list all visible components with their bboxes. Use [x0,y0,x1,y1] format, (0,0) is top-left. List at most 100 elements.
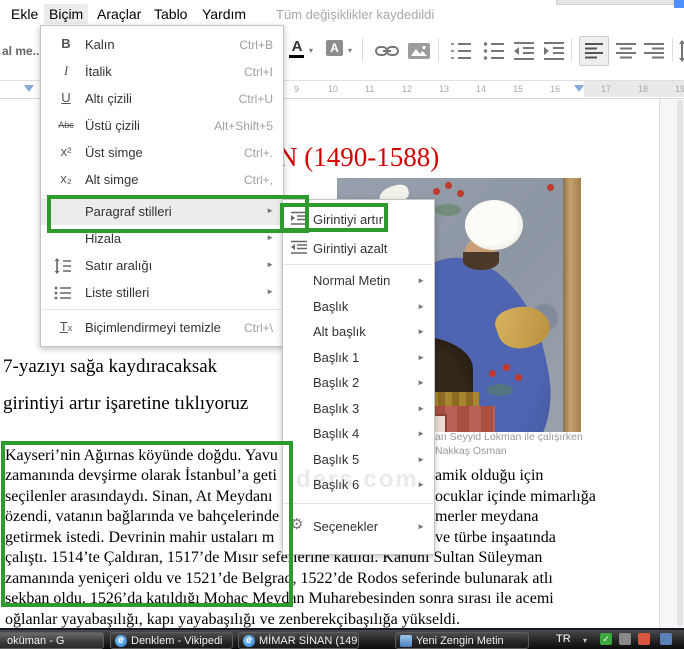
paragraph-line: oğlanlar yayabaşılığı, kapı yayabaşılığı… [5,611,460,628]
share-button-fragment[interactable] [674,0,684,8]
menu-ekle[interactable]: Ekle [6,4,43,24]
menu-tablo[interactable]: Tablo [149,4,192,24]
indent-decrease-icon [290,240,308,255]
miniature-column [563,178,581,432]
submenu-arrow-icon: ► [266,287,274,296]
taskbar-button-document[interactable]: oküman - G [0,632,104,649]
taskbar-button-wordpad[interactable]: Yeni Zengin Metin [395,632,529,649]
save-status: Tüm değişiklikler kaydedildi [276,7,435,22]
menu-yardim[interactable]: Yardım [197,4,251,24]
paragraph-line-right: merler meydana [435,508,539,525]
paragraph-line-right: ocuklar içinde mimarlığa [435,488,596,505]
note-line-2: girintiyi artır işaretine tıklıyoruz [3,393,249,414]
paragraph-styles-submenu: Girintiyi artır Girintiyi azalt Normal M… [282,199,435,555]
menu-item-superscript[interactable]: x² Üst simge Ctrl+. [41,139,283,166]
miniature-leaves [435,204,461,216]
ruler-number: 18 [638,84,649,94]
menu-item-strikethrough[interactable]: Abc Üstü çizili Alt+Shift+5 [41,112,283,139]
bold-icon: B [61,36,71,51]
wordpad-icon [400,635,412,647]
bulleted-list-icon[interactable] [481,38,507,64]
underline-icon: U [61,90,71,105]
submenu-item-heading2[interactable]: Başlık 2 ► [283,370,434,395]
miniature-turban [465,200,523,250]
document-heading: N (1490-1588) [278,142,440,172]
submenu-item-title[interactable]: Başlık ► [283,294,434,319]
list-styles-icon [54,285,78,301]
submenu-arrow-icon: ► [417,276,425,285]
numbered-list-icon[interactable] [448,38,474,64]
comments-button-fragment[interactable] [556,0,674,5]
ruler-right-margin [584,81,684,97]
tray-network-icon[interactable] [660,633,672,645]
taskbar-button-mimar-sinan[interactable]: e MİMAR SİNAN (149 [238,632,359,649]
menu-item-line-spacing[interactable]: Satır aralığı ► [41,252,283,279]
decrease-indent-icon[interactable] [511,38,537,64]
submenu-arrow-icon: ► [266,260,274,269]
menu-araclar[interactable]: Araçlar [92,4,146,24]
menu-item-underline[interactable]: U Altı çizili Ctrl+U [41,85,283,112]
miniature-leaves [487,384,513,396]
menu-item-subscript[interactable]: x₂ Alt simge Ctrl+, [41,166,283,193]
font-style-selector-fragment[interactable]: al me... [2,44,43,58]
chevron-down-icon[interactable]: ▾ [348,46,352,55]
ruler-number: 19 [675,84,684,94]
increase-indent-icon[interactable] [541,38,567,64]
miniature-beard [463,252,499,270]
submenu-item-heading4[interactable]: Başlık 4 ► [283,421,434,446]
left-indent-marker[interactable] [24,85,34,92]
menu-item-bold[interactable]: B Kalın Ctrl+B [41,31,283,58]
line-spacing-icon[interactable] [677,38,684,64]
flower-icon [445,182,452,189]
align-center-icon[interactable] [613,38,639,64]
insert-link-icon[interactable] [374,38,400,64]
submenu-item-heading3[interactable]: Başlık 3 ► [283,396,434,421]
submenu-item-options[interactable]: ⚙ Seçenekler ► [283,512,434,541]
tray-expand-icon[interactable]: ▾ [583,636,587,645]
paragraph-line-right: amik olduğu için [435,467,544,484]
text-color-bar [289,55,304,58]
flower-icon [489,370,496,377]
submenu-item-subtitle[interactable]: Alt başlık ► [283,319,434,344]
annotation-box-paragraph [1,441,293,607]
submenu-arrow-icon: ► [417,522,425,531]
submenu-arrow-icon: ► [417,429,425,438]
align-right-icon[interactable] [641,38,667,64]
clear-formatting-icon: Tx [59,319,73,334]
chevron-down-icon[interactable]: ▾ [309,46,313,55]
language-indicator[interactable]: TR [556,633,571,645]
align-left-button-pressed[interactable] [579,36,609,66]
tray-check-icon[interactable]: ✓ [600,633,612,645]
ruler-number: 9 [294,84,300,94]
superscript-icon: x² [60,144,72,159]
flower-icon [503,364,510,371]
flower-icon [547,184,554,191]
tray-volume-icon[interactable] [638,633,650,645]
ruler-number: 10 [328,84,339,94]
subscript-icon: x₂ [60,171,72,186]
annotation-box-increase-indent [280,203,388,232]
submenu-item-normal-text[interactable]: Normal Metin ► [283,268,434,293]
line-spacing-icon [54,258,78,274]
vertical-scrollbar[interactable] [677,100,683,626]
submenu-arrow-icon: ► [417,403,425,413]
format-menu: B Kalın Ctrl+B I İtalik Ctrl+I U Altı çi… [40,25,284,347]
menu-bicim[interactable]: Biçim [44,4,89,24]
tray-update-icon[interactable] [619,633,631,645]
submenu-item-decrease-indent[interactable]: Girintiyi azalt [283,233,434,262]
menu-item-italic[interactable]: I İtalik Ctrl+I [41,58,283,85]
flower-icon [457,190,464,197]
image-caption-line1: an Seyyid Lokman ile çalışırken [435,431,583,443]
menu-item-list-styles[interactable]: Liste stilleri ► [41,279,283,306]
submenu-arrow-icon: ► [417,454,425,464]
right-indent-marker[interactable] [574,85,584,92]
submenu-item-heading1[interactable]: Başlık 1 ► [283,345,434,370]
taskbar-button-denklem[interactable]: e Denklem - Vikipedi [110,632,233,649]
annotation-box-paragraph-styles [47,195,309,233]
internet-explorer-icon: e [243,635,255,647]
submenu-arrow-icon: ► [417,378,425,387]
menu-item-clear-formatting[interactable]: Tx Biçimlendirmeyi temizle Ctrl+\ [41,314,283,341]
paragraph-line-right: ve türbe inşaatında [435,529,556,546]
insert-image-icon[interactable] [406,38,432,64]
ruler-number: 11 [365,84,375,94]
